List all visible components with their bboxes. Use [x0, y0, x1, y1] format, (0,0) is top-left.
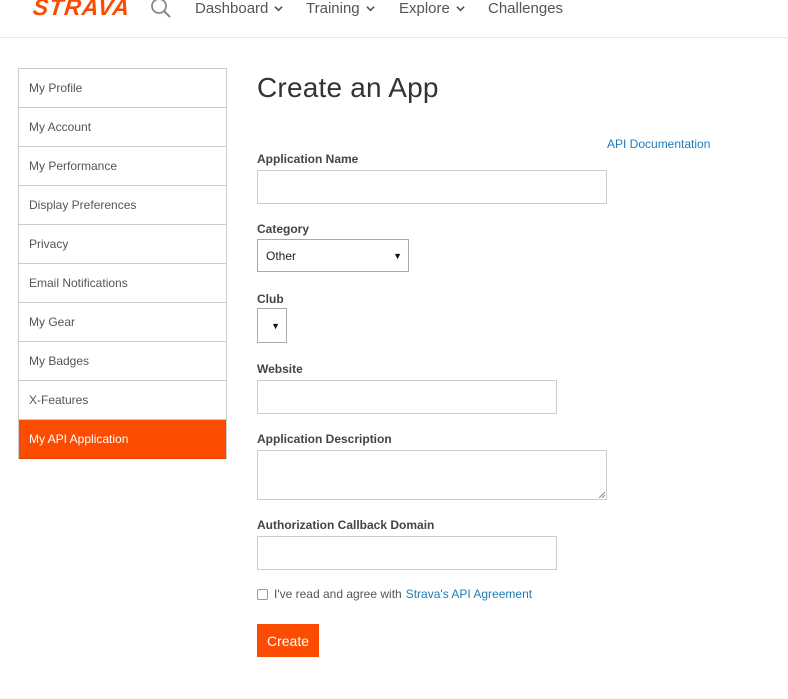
- create-button[interactable]: Create: [257, 624, 319, 657]
- category-selected-value: Other: [266, 248, 297, 263]
- club-label: Club: [257, 292, 284, 306]
- agreement-checkbox[interactable]: [257, 588, 268, 600]
- sidebar-item-my-account[interactable]: My Account: [19, 108, 226, 147]
- api-documentation-link[interactable]: API Documentation: [607, 137, 710, 151]
- top-navigation: STRAVA Dashboard Training Explore Challe…: [0, 0, 788, 38]
- settings-sidebar: My Profile My Account My Performance Dis…: [18, 68, 227, 459]
- sidebar-item-email-notifications[interactable]: Email Notifications: [19, 264, 226, 303]
- agreement-text: I've read and agree with: [274, 587, 402, 601]
- nav-dashboard[interactable]: Dashboard: [195, 0, 284, 17]
- category-select[interactable]: Other ▼: [257, 239, 409, 272]
- dropdown-arrow-icon: ▼: [271, 320, 280, 331]
- sidebar-item-display-preferences[interactable]: Display Preferences: [19, 186, 226, 225]
- sidebar-item-my-performance[interactable]: My Performance: [19, 147, 226, 186]
- resize-handle-icon[interactable]: [597, 490, 605, 498]
- website-input[interactable]: [257, 380, 557, 414]
- nav-explore-label: Explore: [399, 0, 450, 17]
- chevron-down-icon: [456, 6, 465, 12]
- callback-domain-label: Authorization Callback Domain: [257, 518, 435, 532]
- chevron-down-icon: [274, 6, 284, 12]
- application-description-textarea[interactable]: [257, 450, 607, 500]
- page-title: Create an App: [257, 72, 439, 103]
- sidebar-item-my-badges[interactable]: My Badges: [19, 342, 226, 381]
- category-label: Category: [257, 222, 310, 236]
- nav-challenges[interactable]: Challenges: [488, 0, 563, 17]
- sidebar-item-my-profile[interactable]: My Profile: [19, 69, 226, 108]
- application-name-label: Application Name: [257, 152, 359, 166]
- sidebar-item-my-api-application[interactable]: My API Application: [19, 420, 226, 459]
- application-name-input[interactable]: [257, 170, 607, 204]
- nav-challenges-label: Challenges: [488, 0, 564, 17]
- nav-dashboard-label: Dashboard: [195, 0, 269, 17]
- chevron-down-icon: [365, 6, 375, 12]
- application-description-label: Application Description: [257, 432, 392, 446]
- website-label: Website: [257, 362, 303, 376]
- sidebar-item-x-features[interactable]: X-Features: [19, 381, 226, 420]
- nav-training-label: Training: [306, 0, 360, 17]
- club-select[interactable]: ▼: [257, 308, 287, 343]
- api-agreement-link[interactable]: Strava's API Agreement: [406, 587, 532, 601]
- sidebar-item-privacy[interactable]: Privacy: [19, 225, 226, 264]
- dropdown-arrow-icon: ▼: [393, 250, 402, 261]
- search-icon[interactable]: [150, 0, 172, 19]
- callback-domain-input[interactable]: [257, 536, 557, 570]
- nav-training[interactable]: Training: [306, 0, 375, 17]
- nav-explore[interactable]: Explore: [399, 0, 465, 17]
- sidebar-item-my-gear[interactable]: My Gear: [19, 303, 226, 342]
- strava-logo[interactable]: STRAVA: [32, 0, 132, 21]
- agreement-row: I've read and agree with Strava's API Ag…: [257, 587, 532, 601]
